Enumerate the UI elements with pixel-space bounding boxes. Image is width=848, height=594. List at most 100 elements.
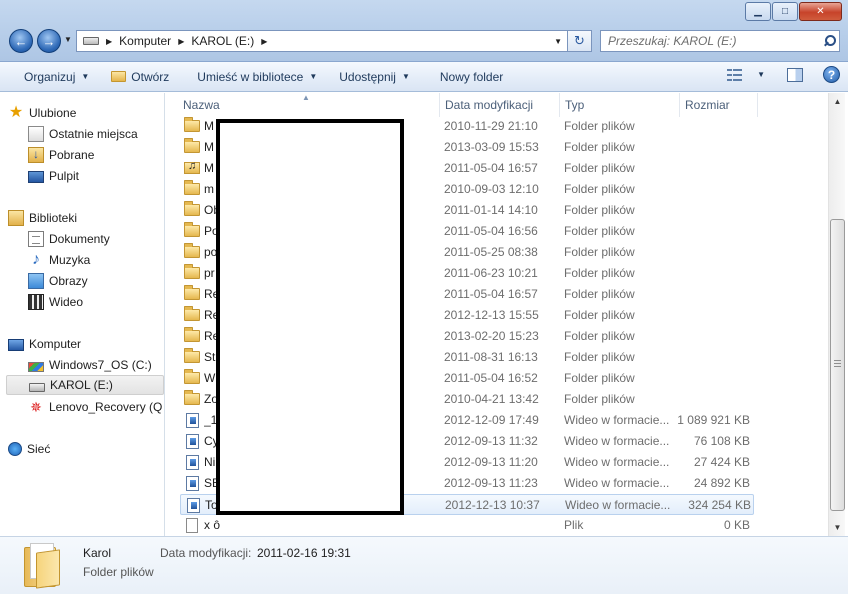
folder-icon [24,543,62,589]
organize-button[interactable]: Organizuj ▼ [16,66,97,88]
forward-button[interactable]: → [37,29,61,53]
view-options-icon[interactable] [727,68,743,82]
nav-libraries[interactable]: Biblioteki [8,208,77,228]
vertical-scrollbar[interactable]: ▲ ▼ [828,93,845,536]
search-input[interactable] [608,34,808,48]
nav-documents[interactable]: Dokumenty [28,229,110,249]
organize-label: Organizuj [24,69,76,84]
file-type: Plik [564,518,584,532]
file-name: x ô [204,518,221,532]
search-box[interactable] [600,30,840,52]
minimize-icon: ▁ [754,6,762,17]
file-size [674,263,750,284]
column-header-type[interactable]: Typ [560,93,680,117]
scroll-down-button[interactable]: ▼ [829,519,846,536]
add-to-library-button[interactable]: Umieść w bibliotece ▼ [189,66,325,88]
details-pane: Karol Folder plików Data modyfikacji: 20… [0,536,848,594]
folder-icon [184,117,200,132]
file-type: Folder plików [564,140,635,154]
back-button[interactable]: ← [9,29,33,53]
file-date: 2010-11-29 21:10 [444,119,538,133]
file-size [674,179,750,200]
column-header-size[interactable]: Rozmiar [680,93,758,117]
scroll-up-button[interactable]: ▲ [829,93,846,110]
nav-computer[interactable]: Komputer [8,334,81,354]
nav-network[interactable]: Sieć [8,439,50,459]
file-type: Folder plików [564,182,635,196]
video-file-icon [187,498,200,513]
nav-recent-places[interactable]: Ostatnie miejsca [28,124,138,144]
recent-pages-dropdown[interactable]: ▼ [64,35,72,44]
maximize-button[interactable]: □ [772,2,798,21]
close-button[interactable]: ✕ [799,2,842,21]
window-chrome: ▁ □ ✕ ← → ▼ ▶ Komputer ▶ KAROL (E:) ▶ ▼ … [0,0,848,62]
breadcrumb-computer[interactable]: Komputer [119,34,171,48]
file-type: Folder plików [564,203,635,217]
nav-favorites[interactable]: ★ Ulubione [8,103,77,123]
file-date: 2011-05-04 16:57 [444,161,538,175]
file-date: 2012-12-09 17:49 [444,413,539,427]
breadcrumb-drive[interactable]: KAROL (E:) [191,34,254,48]
file-type: Wideo w formacie... [564,413,670,427]
file-date: 2013-03-09 15:53 [444,140,539,154]
column-header-name[interactable]: Nazwa [178,93,440,117]
folder-icon [184,243,200,258]
minimize-button[interactable]: ▁ [745,2,771,21]
file-type: Wideo w formacie... [564,476,670,490]
help-icon[interactable]: ? [823,66,840,83]
file-date: 2011-01-14 14:10 [444,203,538,217]
address-dropdown-icon[interactable]: ▼ [554,37,562,46]
nav-drive-c[interactable]: Windows7_OS (C:) [28,355,152,375]
column-header-date[interactable]: Data modyfikacji [440,93,560,117]
downloads-icon [28,147,44,163]
file-type: Wideo w formacie... [564,434,670,448]
nav-drive-e[interactable]: KAROL (E:) [6,375,164,395]
scrollbar-thumb[interactable] [830,219,845,511]
folder-icon [184,327,200,342]
file-type: Folder plików [564,224,635,238]
file-size: 24 892 KB [693,476,750,490]
drive-icon [29,382,45,392]
file-size [674,221,750,242]
chevron-down-icon: ▼ [401,72,410,81]
refresh-button[interactable]: ↻ [568,30,592,52]
breadcrumb-separator-icon[interactable]: ▶ [178,37,184,46]
nav-music[interactable]: ♪ Muzyka [28,250,90,270]
preview-pane-icon[interactable] [787,67,803,82]
file-type: Folder plików [564,161,635,175]
file-row[interactable]: x ô Plik 0 KB [180,515,754,536]
column-label: Nazwa [183,98,220,112]
file-date: 2012-09-13 11:20 [444,455,538,469]
nav-downloads[interactable]: Pobrane [28,145,94,165]
file-size: 27 424 KB [693,455,750,469]
maximize-icon: □ [781,6,789,17]
folder-icon [184,138,200,153]
file-size: 0 KB [723,518,750,532]
nav-pictures[interactable]: Obrazy [28,271,88,291]
file-size [674,368,750,389]
share-button[interactable]: Udostępnij ▼ [331,66,418,88]
nav-desktop[interactable]: Pulpit [28,166,79,186]
chevron-down-icon: ▼ [833,523,842,532]
breadcrumb-separator-icon[interactable]: ▶ [106,37,112,46]
open-button[interactable]: Otwórz [103,66,177,88]
nav-label: Ostatnie miejsca [49,127,138,141]
file-type: Folder plików [564,329,635,343]
folder-icon [184,306,200,321]
breadcrumb-separator-icon[interactable]: ▶ [261,37,267,46]
details-modified-value: 2011-02-16 19:31 [257,546,351,560]
file-date: 2011-05-25 08:38 [444,245,538,259]
computer-icon [8,338,24,351]
file-size: 324 254 KB [688,498,751,512]
details-type: Folder plików [83,565,154,579]
address-bar[interactable]: ▶ Komputer ▶ KAROL (E:) ▶ ▼ [76,30,568,52]
nav-videos[interactable]: Wideo [28,292,83,312]
file-size [674,200,750,221]
new-folder-button[interactable]: Nowy folder [432,66,511,88]
chevron-down-icon[interactable]: ▼ [757,70,765,79]
file-date: 2011-08-31 16:13 [444,350,538,364]
search-icon[interactable] [823,35,836,47]
file-size: 1 089 921 KB [677,413,750,427]
nav-drive-q[interactable]: ✵ Lenovo_Recovery (Q [28,397,162,417]
nav-label: Ulubione [29,106,77,120]
